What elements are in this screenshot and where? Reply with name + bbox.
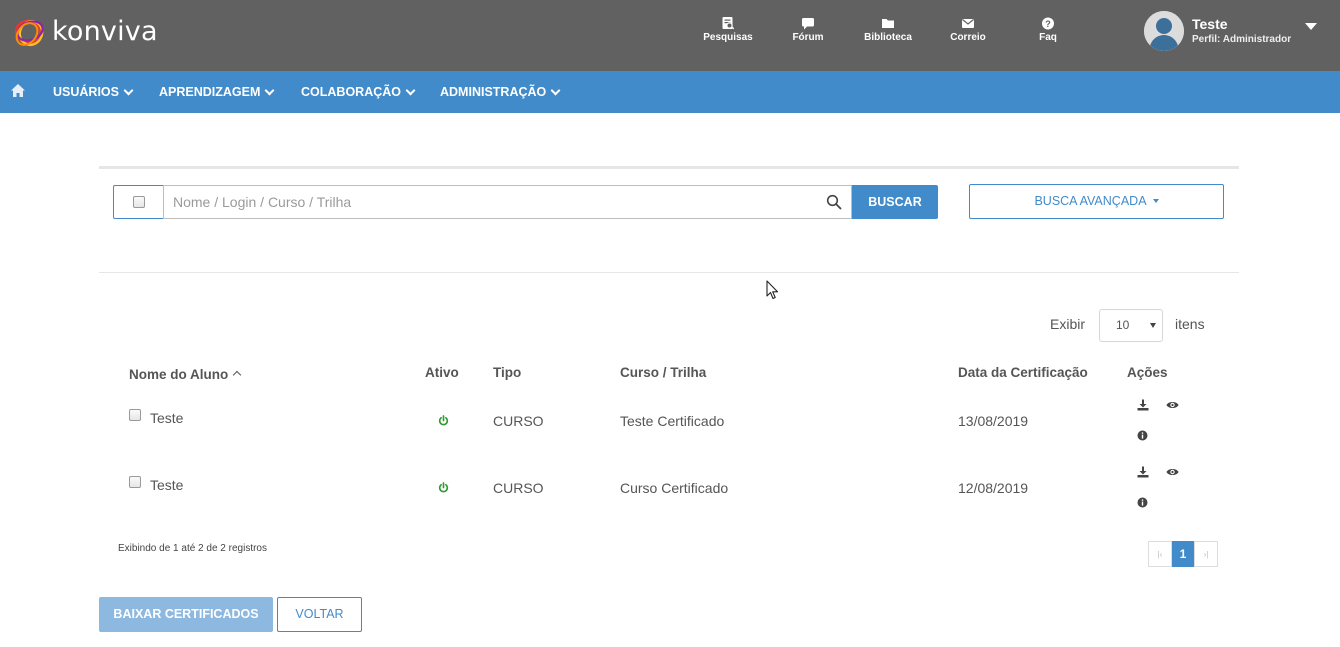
student-name: Teste xyxy=(150,477,184,493)
avatar xyxy=(1144,11,1184,51)
caret-down-icon xyxy=(1152,198,1159,203)
nav-forum[interactable]: Fórum xyxy=(773,16,843,43)
column-header-active[interactable]: Ativo xyxy=(425,365,459,380)
column-header-name[interactable]: Nome do Aluno xyxy=(129,367,242,382)
student-name: Teste xyxy=(150,410,184,426)
download-certificates-button[interactable]: BAIXAR CERTIFICADOS xyxy=(99,597,273,632)
sort-ascending-icon xyxy=(233,371,242,380)
type-cell: CURSO xyxy=(493,413,544,429)
column-label: Nome do Aluno xyxy=(129,367,229,382)
pagination: |‹ 1 ›| xyxy=(1148,541,1218,567)
nav-pesquisas[interactable]: Pesquisas xyxy=(693,16,763,43)
search-button[interactable]: BUSCAR xyxy=(852,185,938,219)
menu-label: USUÁRIOS xyxy=(53,85,119,99)
nav-biblioteca[interactable]: Biblioteca xyxy=(853,16,923,43)
download-icon[interactable] xyxy=(1137,399,1149,411)
search-box xyxy=(163,185,852,219)
question-circle-icon: ? xyxy=(1042,17,1054,30)
menu-colaboracao[interactable]: COLABORAÇÃO xyxy=(301,71,416,113)
download-icon[interactable] xyxy=(1137,466,1149,478)
last-page-button[interactable]: ›| xyxy=(1194,541,1218,567)
date-cell: 12/08/2019 xyxy=(958,480,1029,496)
survey-icon xyxy=(722,17,735,30)
home-icon[interactable] xyxy=(10,83,26,103)
type-cell: CURSO xyxy=(493,480,544,496)
search-input[interactable] xyxy=(164,186,804,218)
column-header-date[interactable]: Data da Certificação xyxy=(958,365,1088,380)
course-cell: Curso Certificado xyxy=(620,480,729,496)
top-header: konviva Pesquisas Fórum Biblioteca Corre… xyxy=(0,0,1340,71)
user-name: Teste xyxy=(1192,16,1228,32)
caret-down-icon xyxy=(1150,323,1156,328)
info-icon[interactable] xyxy=(1137,497,1148,508)
nav-label: Correio xyxy=(950,32,986,43)
page-1-button[interactable]: 1 xyxy=(1172,541,1194,567)
eye-icon[interactable] xyxy=(1166,467,1179,477)
nav-faq[interactable]: ? Faq xyxy=(1013,16,1083,43)
search-icon[interactable] xyxy=(826,194,842,210)
row-checkbox[interactable] xyxy=(129,476,141,488)
menu-label: ADMINISTRAÇÃO xyxy=(440,85,547,99)
nav-correio[interactable]: Correio xyxy=(933,16,1003,43)
chevron-down-icon xyxy=(550,85,561,96)
advanced-search-button[interactable]: BUSCA AVANÇADA xyxy=(969,184,1224,219)
menu-aprendizagem[interactable]: APRENDIZAGEM xyxy=(159,71,275,113)
power-active-icon[interactable] xyxy=(438,415,449,426)
date-cell: 13/08/2019 xyxy=(958,413,1029,429)
page-size-value: 10 xyxy=(1116,318,1130,332)
svg-text:?: ? xyxy=(1045,19,1051,29)
folder-icon xyxy=(882,19,894,28)
user-silhouette-icon xyxy=(1144,11,1184,51)
column-header-course[interactable]: Curso / Trilha xyxy=(620,365,706,380)
column-header-actions: Ações xyxy=(1127,365,1168,380)
user-info: Teste Perfil: Administrador xyxy=(1192,15,1291,47)
back-button[interactable]: VOLTAR xyxy=(277,597,362,632)
menu-label: COLABORAÇÃO xyxy=(301,85,401,99)
chat-bubble-icon xyxy=(802,18,814,30)
eye-icon[interactable] xyxy=(1166,400,1179,410)
divider xyxy=(99,166,1239,169)
page-size-label: Exibir xyxy=(1050,316,1086,332)
main-menu: USUÁRIOS APRENDIZAGEM COLABORAÇÃO ADMINI… xyxy=(0,71,1340,113)
records-info: Exibindo de 1 até 2 de 2 registros xyxy=(118,543,267,554)
top-nav: Pesquisas Fórum Biblioteca Correio ? Faq xyxy=(0,16,1340,52)
user-profile: Perfil: Administrador xyxy=(1192,34,1292,45)
chevron-down-icon xyxy=(123,85,134,96)
info-icon[interactable] xyxy=(1137,430,1148,441)
divider xyxy=(99,272,1239,273)
nav-label: Faq xyxy=(1039,32,1057,43)
course-cell: Teste Certificado xyxy=(620,413,725,429)
user-menu[interactable]: Teste Perfil: Administrador xyxy=(1144,11,1318,51)
menu-administracao[interactable]: ADMINISTRAÇÃO xyxy=(440,71,561,113)
chevron-down-icon xyxy=(264,85,275,96)
nav-label: Biblioteca xyxy=(864,32,912,43)
caret-down-icon[interactable] xyxy=(1305,22,1318,30)
nav-label: Fórum xyxy=(792,32,824,43)
envelope-icon xyxy=(962,19,974,28)
nav-label: Pesquisas xyxy=(703,32,753,43)
advanced-search-label: BUSCA AVANÇADA xyxy=(1034,194,1147,208)
chevron-down-icon xyxy=(405,85,416,96)
menu-usuarios[interactable]: USUÁRIOS xyxy=(53,71,134,113)
page-size-select[interactable]: 10 xyxy=(1099,309,1163,342)
first-page-button[interactable]: |‹ xyxy=(1148,541,1172,567)
menu-label: APRENDIZAGEM xyxy=(159,85,261,99)
select-all-checkbox[interactable] xyxy=(133,196,145,208)
mouse-cursor-icon xyxy=(766,280,779,300)
power-active-icon[interactable] xyxy=(438,482,449,493)
row-checkbox[interactable] xyxy=(129,409,141,421)
page-size-suffix: itens xyxy=(1175,316,1205,332)
column-header-type[interactable]: Tipo xyxy=(493,365,521,380)
select-all-checkbox-wrap[interactable] xyxy=(113,185,164,219)
